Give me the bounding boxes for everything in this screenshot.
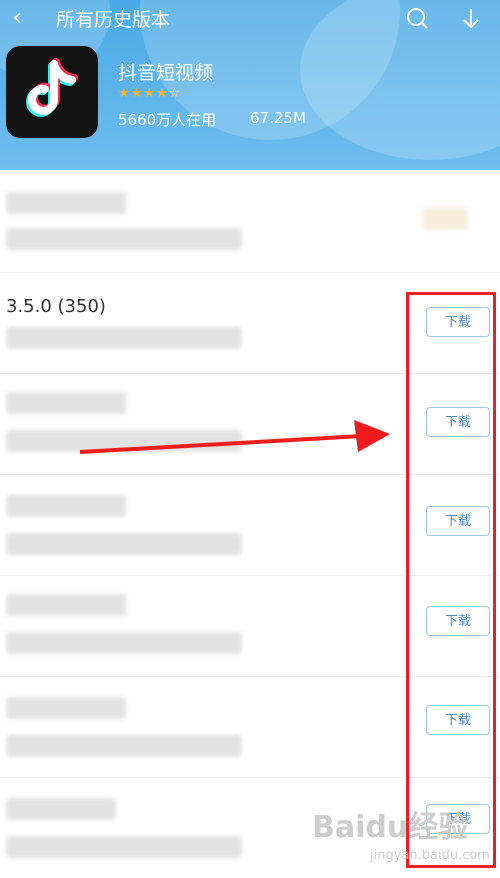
blurred-text <box>6 836 242 858</box>
blurred-text <box>6 228 242 250</box>
blurred-text <box>6 632 242 654</box>
star-icon: ★ <box>118 86 131 101</box>
rating-stars: ★★★★☆ <box>118 86 181 101</box>
star-icon: ★ <box>130 86 144 101</box>
blurred-text <box>6 392 126 414</box>
blurred-text <box>6 798 116 820</box>
blurred-text <box>6 192 126 214</box>
blurred-text <box>6 594 126 616</box>
blurred-text <box>6 735 242 757</box>
blurred-button <box>422 208 468 230</box>
user-count: 5660万人在用 <box>118 111 217 129</box>
back-arrow-icon[interactable]: ‹ <box>4 0 30 36</box>
app-name: 抖音短视频 <box>118 62 214 84</box>
blurred-text <box>6 697 126 719</box>
app-size: 67.25M <box>250 109 306 127</box>
star-icon: ★ <box>143 86 156 101</box>
app-icon <box>6 46 98 138</box>
star-empty-icon: ☆ <box>168 86 182 101</box>
highlight-box <box>406 292 496 868</box>
list-item <box>0 172 500 273</box>
app-header: ‹ 所有历史版本 抖音短视频 ★★★★☆ 5660万人在用 67.25M <box>0 0 500 170</box>
watermark-url: jingyan.baidu.com <box>370 848 490 863</box>
star-icon: ★ <box>155 86 169 101</box>
top-bar: ‹ 所有历史版本 <box>0 0 500 38</box>
blurred-text <box>6 495 126 517</box>
watermark: Baidu经验 jingyan.baidu.com <box>300 796 500 876</box>
watermark-brand: Baidu经验 <box>312 810 469 845</box>
download-icon[interactable] <box>458 6 484 32</box>
blurred-text <box>6 327 242 349</box>
blurred-text <box>6 430 242 452</box>
blurred-text <box>6 533 242 555</box>
page-title: 所有历史版本 <box>56 9 171 31</box>
tiktok-logo-icon <box>26 58 78 117</box>
version-label: 3.5.0 (350) <box>6 296 106 317</box>
search-icon[interactable] <box>405 6 431 32</box>
